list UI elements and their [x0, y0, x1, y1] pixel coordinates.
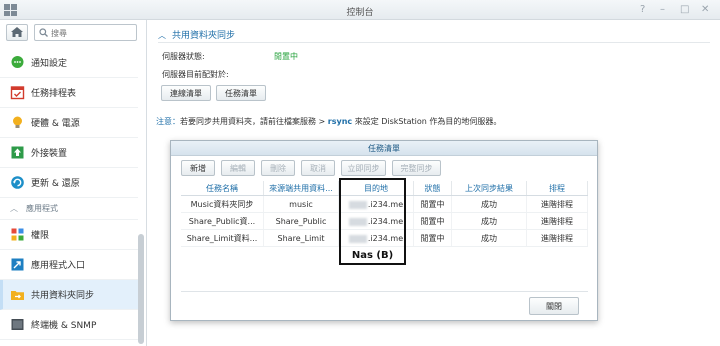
note-text: 注意：若要同步共用資料夾，請前往檔案服務 > rsync 來設定 DiskSta…	[156, 116, 501, 127]
window-titlebar: 控制台 ? – □ ✕	[0, 0, 720, 20]
sidebar-item-terminal-snmp[interactable]: 終端機 & SNMP	[0, 310, 138, 340]
home-icon	[11, 27, 23, 37]
sidebar-item-label: 硬體 & 電源	[31, 119, 80, 129]
lightbulb-icon	[10, 115, 25, 130]
cell-status: 閒置中	[414, 230, 452, 246]
sync-now-button[interactable]: 立即同步	[341, 160, 386, 176]
section-header[interactable]: ︿ 共用資料夾同步	[158, 28, 235, 41]
note-body-before: 若要同步共用資料夾，請前往檔案服務 >	[180, 117, 328, 126]
create-button[interactable]: 新增	[181, 160, 215, 176]
sidebar-item-label: 外接裝置	[31, 149, 68, 159]
sidebar-item-task-scheduler[interactable]: 任務排程表	[0, 78, 138, 108]
cell-last-result: 成功	[452, 230, 527, 246]
chevron-up-icon: ︿	[158, 31, 166, 40]
task-list-button[interactable]: 任務清單	[216, 85, 266, 101]
chat-bubble-icon	[10, 55, 25, 70]
column-header-schedule[interactable]: 排程	[527, 181, 588, 195]
search-input[interactable]	[51, 27, 133, 39]
calendar-check-icon	[10, 85, 25, 100]
configured-by-label: 伺服器目前配對於:	[162, 70, 229, 79]
sidebar-item-label: 權限	[31, 231, 50, 241]
folder-sync-icon	[10, 287, 25, 302]
help-icon[interactable]: ?	[640, 4, 645, 16]
chevron-up-icon: ︿	[10, 204, 18, 213]
sidebar-list: 通知設定 任務排程表 硬體 & 電源 外接裝置 更新 & 還原 ︿ 應用程式 權…	[0, 48, 138, 340]
home-button[interactable]	[6, 24, 28, 41]
cell-task-name: Share_Public資...	[181, 213, 264, 229]
sidebar-item-hardware-power[interactable]: 硬體 & 電源	[0, 108, 138, 138]
dialog-footer-divider	[181, 291, 588, 292]
cell-source-folder: Share_Limit	[264, 230, 339, 246]
sidebar: 通知設定 任務排程表 硬體 & 電源 外接裝置 更新 & 還原	[0, 20, 147, 346]
column-header-source-folder[interactable]: 來源端共用資料...	[264, 181, 339, 195]
column-header-status[interactable]: 狀態	[414, 181, 452, 195]
note-label: 注意：	[156, 117, 180, 126]
search-icon	[39, 28, 48, 40]
note-body-after: 來設定 DiskStation 作為目的地伺服器。	[352, 117, 502, 126]
sidebar-section-applications[interactable]: ︿ 應用程式	[0, 198, 138, 220]
sidebar-item-label: 終端機 & SNMP	[31, 321, 97, 331]
minimize-icon[interactable]: –	[660, 4, 665, 16]
sidebar-section-label: 應用程式	[26, 204, 58, 213]
cancel-button[interactable]: 取消	[301, 160, 335, 176]
column-header-task-name[interactable]: 任務名稱	[181, 181, 264, 195]
destination-annotation: Nas (B)	[351, 250, 394, 261]
portal-icon	[10, 257, 25, 272]
sidebar-item-label: 應用程式入口	[31, 261, 86, 271]
terminal-icon	[10, 317, 25, 332]
cell-last-result: 成功	[452, 213, 527, 229]
close-dialog-button[interactable]: 關閉	[529, 297, 579, 315]
sidebar-item-label: 共用資料夾同步	[31, 291, 95, 301]
column-header-last-result[interactable]: 上次同步結果	[452, 181, 527, 195]
sidebar-item-shared-folder-sync[interactable]: 共用資料夾同步	[0, 280, 138, 310]
cell-schedule: 進階排程	[527, 230, 588, 246]
window-title: 控制台	[346, 8, 374, 18]
destination-highlight-box: Nas (B)	[339, 178, 406, 265]
task-list-dialog: 任務清單 新增 編輯 刪除 取消 立即同步 完整同步 任務名稱 來源端共用資料.…	[170, 140, 598, 321]
sidebar-item-application-portal[interactable]: 應用程式入口	[0, 250, 138, 280]
sidebar-item-external-devices[interactable]: 外接裝置	[0, 138, 138, 168]
refresh-icon	[10, 175, 25, 190]
dialog-title: 任務清單	[171, 141, 597, 156]
cell-schedule: 進階排程	[527, 213, 588, 229]
search-box[interactable]	[34, 24, 137, 41]
sidebar-item-label: 更新 & 還原	[31, 179, 80, 189]
grid-icon	[10, 227, 25, 242]
maximize-icon[interactable]: □	[680, 4, 689, 16]
cell-task-name: Share_Limit資料...	[181, 230, 264, 246]
server-status-label: 伺服器狀態:	[162, 52, 205, 61]
cell-source-folder: Share_Public	[264, 213, 339, 229]
section-title: 共用資料夾同步	[172, 31, 236, 41]
sidebar-item-update-restore[interactable]: 更新 & 還原	[0, 168, 138, 198]
sidebar-item-notification[interactable]: 通知設定	[0, 48, 138, 78]
sidebar-scrollbar[interactable]	[138, 234, 144, 344]
cell-status: 閒置中	[414, 196, 452, 212]
delete-button[interactable]: 刪除	[261, 160, 295, 176]
edit-button[interactable]: 編輯	[221, 160, 255, 176]
section-divider	[158, 42, 710, 43]
cell-task-name: Music資料夾同步	[181, 196, 264, 212]
sidebar-item-privileges[interactable]: 權限	[0, 220, 138, 250]
upload-icon	[10, 145, 25, 160]
server-status-value: 閒置中	[274, 52, 298, 61]
sidebar-item-label: 通知設定	[31, 59, 68, 69]
cell-source-folder: music	[264, 196, 339, 212]
connection-list-button[interactable]: 連線清單	[161, 85, 211, 101]
rsync-keyword: rsync	[327, 117, 353, 126]
full-sync-button[interactable]: 完整同步	[392, 160, 441, 176]
close-icon[interactable]: ✕	[701, 4, 709, 16]
cell-schedule: 進階排程	[527, 196, 588, 212]
cell-status: 閒置中	[414, 213, 452, 229]
sidebar-item-label: 任務排程表	[31, 89, 77, 99]
cell-last-result: 成功	[452, 196, 527, 212]
